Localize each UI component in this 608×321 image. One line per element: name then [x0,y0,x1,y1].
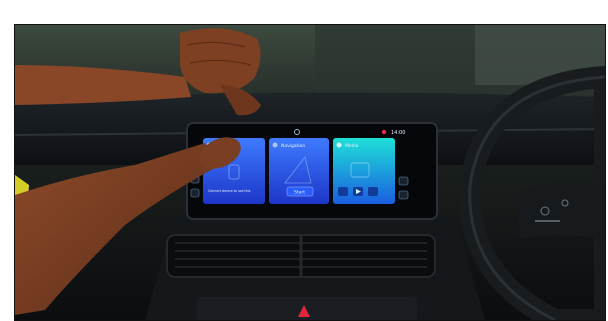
settings-icon[interactable] [190,188,200,198]
media-card[interactable]: Media [333,138,395,204]
navigation-icon [272,142,278,148]
media-card-title: Media [345,143,359,149]
power-icon[interactable] [398,190,409,200]
previous-button[interactable] [338,187,348,196]
start-button-label: Start [294,190,305,196]
photo-frame: 14:00 Phone Connect device to use this N… [14,24,606,321]
navigation-card[interactable]: Navigation Start [269,138,329,204]
steering-spoke [515,181,605,240]
navigation-card-title: Navigation [281,143,305,149]
media-icon [336,142,342,148]
right-shortcut-icon[interactable] [398,176,409,186]
phone-card-caption: Connect device to use this [208,189,251,193]
notification-icon [381,129,387,135]
clock-text: 14:00 [391,130,405,136]
skip-icon[interactable] [368,187,378,196]
car-interior-photo: 14:00 Phone Connect device to use this N… [15,25,605,320]
